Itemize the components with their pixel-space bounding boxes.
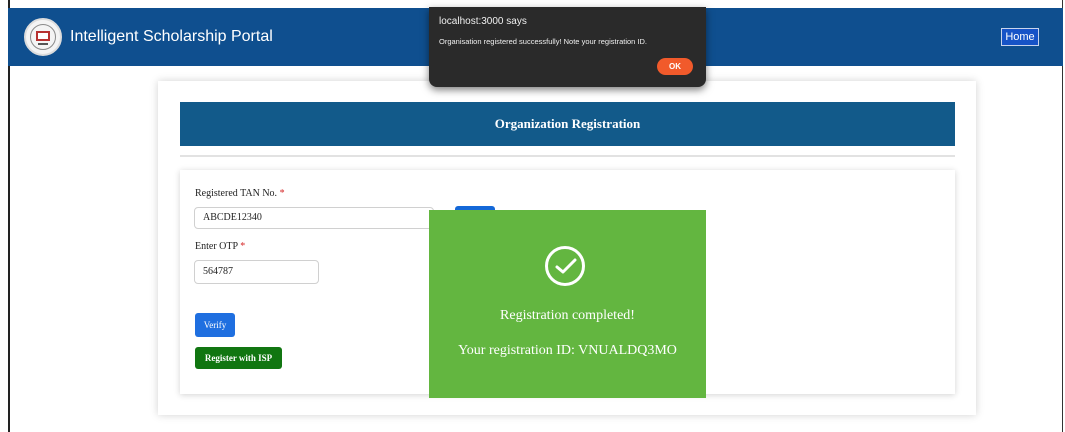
page-title: Organization Registration <box>180 102 955 146</box>
success-modal: Registration completed! Your registratio… <box>429 210 706 398</box>
alert-title: localhost:3000 says <box>439 16 527 27</box>
portal-logo-icon <box>24 18 62 56</box>
browser-alert-dialog: localhost:3000 says Organisation registe… <box>429 7 706 87</box>
tan-input[interactable]: ABCDE12340 <box>194 207 434 229</box>
otp-input[interactable]: 564787 <box>194 260 319 284</box>
required-mark: * <box>240 241 246 252</box>
tan-label-text: Registered TAN No. <box>195 188 278 199</box>
app-title: Intelligent Scholarship Portal <box>70 28 273 45</box>
alert-message: Organisation registered successfully! No… <box>439 37 648 46</box>
otp-label: Enter OTP * <box>195 241 245 252</box>
alert-ok-button[interactable]: OK <box>657 58 693 75</box>
home-button[interactable]: Home <box>1001 28 1039 46</box>
divider <box>180 155 955 157</box>
otp-label-text: Enter OTP <box>195 241 238 252</box>
registration-id-text: Your registration ID: VNUALDQ3MO <box>458 343 677 358</box>
register-button[interactable]: Register with ISP <box>195 347 282 369</box>
verify-button[interactable]: Verify <box>195 313 235 337</box>
check-circle-icon <box>545 246 585 286</box>
required-mark: * <box>279 188 285 199</box>
modal-title: Registration completed! <box>500 308 635 323</box>
tan-label: Registered TAN No. * <box>195 188 285 199</box>
